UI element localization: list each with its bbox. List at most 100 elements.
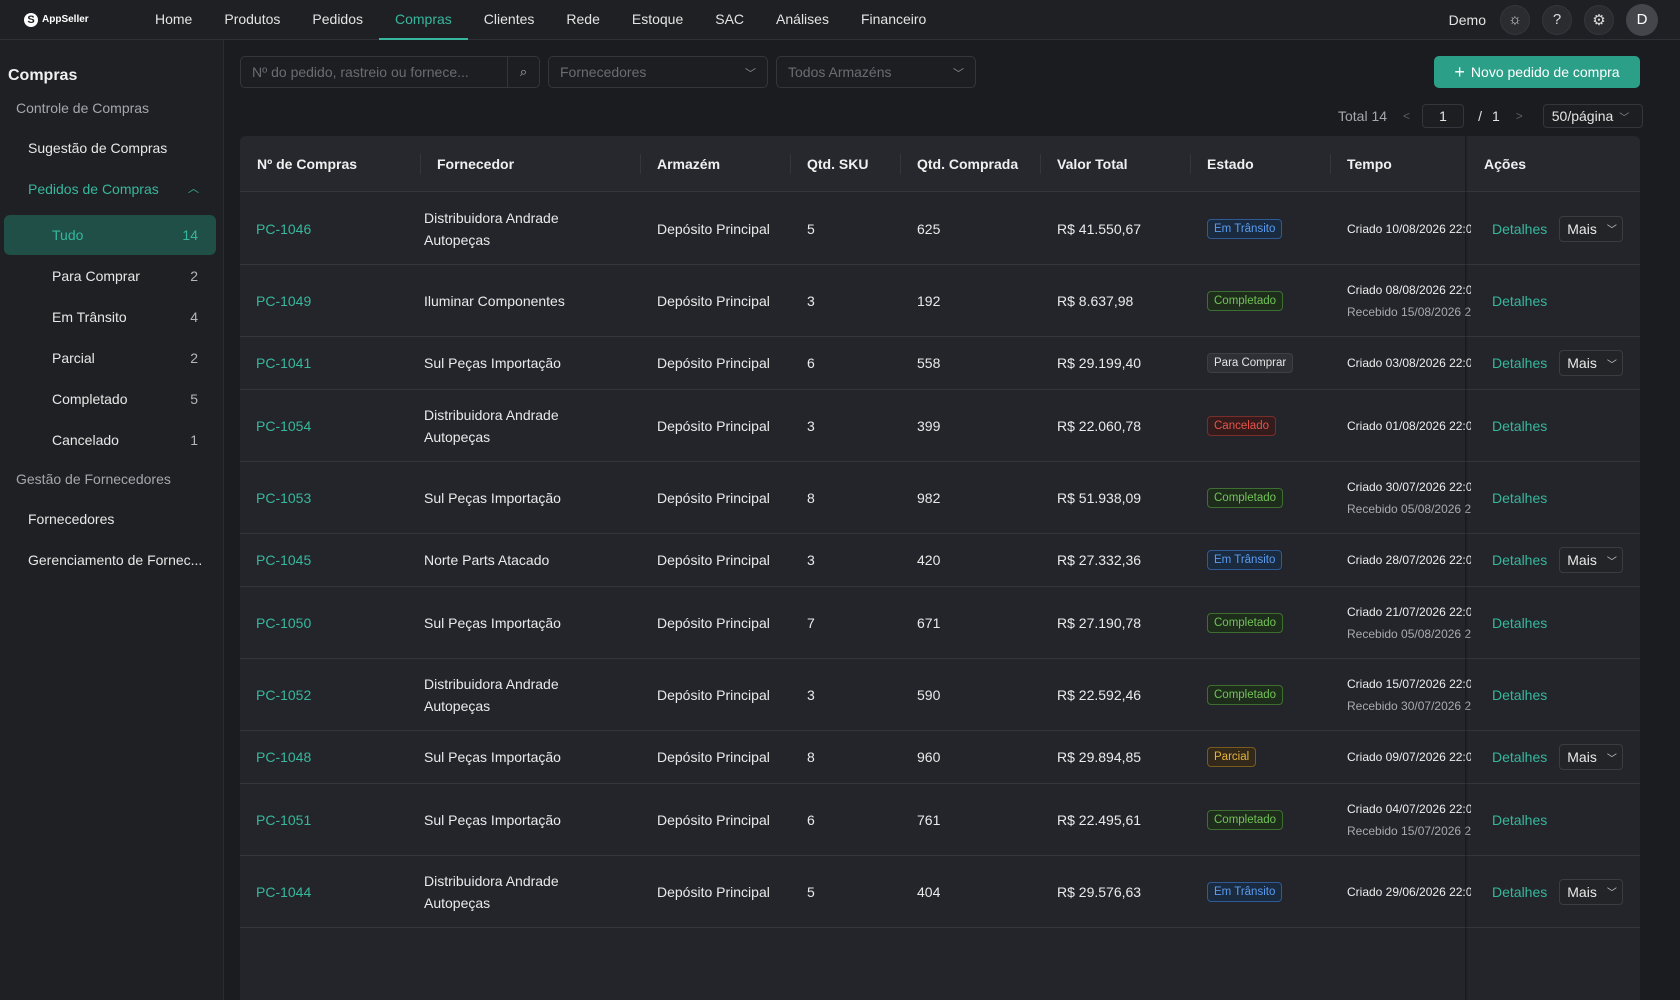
sidebar-filter-para-comprar[interactable]: Para Comprar 2 — [4, 256, 216, 296]
table-header: Nº de Compras Fornecedor Armazém Qtd. SK… — [240, 136, 1640, 192]
more-actions-button[interactable]: Mais ﹀ — [1559, 744, 1624, 770]
purchased-qty: 960 — [917, 749, 941, 765]
time-info: Criado 08/08/2026 22:0 Recebido 15/08/202… — [1347, 279, 1471, 323]
filter-label: Cancelado — [52, 432, 119, 448]
order-id-link[interactable]: PC-1054 — [256, 418, 311, 434]
details-link[interactable]: Detalhes — [1492, 552, 1547, 568]
more-actions-button[interactable]: Mais ﹀ — [1559, 878, 1624, 905]
page-size-select[interactable]: 50/página ﹀ — [1542, 104, 1643, 128]
nav-item-financeiro[interactable]: Financeiro — [845, 0, 942, 40]
nav-item-compras[interactable]: Compras — [379, 0, 468, 40]
app-logo[interactable]: S AppSeller — [24, 12, 139, 27]
details-link[interactable]: Detalhes — [1492, 490, 1547, 506]
column-header-time: Tempo — [1347, 156, 1392, 172]
chevron-right-icon[interactable]: > — [1516, 109, 1523, 123]
help-icon[interactable]: ? — [1542, 4, 1572, 35]
details-link[interactable]: Detalhes — [1492, 884, 1547, 900]
details-link[interactable]: Detalhes — [1492, 293, 1547, 309]
details-link[interactable]: Detalhes — [1492, 812, 1547, 828]
purchased-qty: 420 — [917, 552, 941, 568]
supplier-name: Sul Peças Importação — [424, 487, 561, 509]
sidebar-item-purchase-suggestion[interactable]: Sugestão de Compras — [28, 140, 167, 156]
supplier-select[interactable]: Fornecedores ﹀ — [548, 56, 768, 88]
total-value: R$ 27.332,36 — [1057, 552, 1142, 568]
nav-item-produtos[interactable]: Produtos — [208, 0, 296, 40]
nav-item-clientes[interactable]: Clientes — [468, 0, 551, 40]
created-time: Criado 08/08/2026 22:0 — [1347, 282, 1471, 297]
sidebar-filter-em-tr-nsito[interactable]: Em Trânsito 4 — [4, 297, 216, 337]
nav-item-an-lises[interactable]: Análises — [760, 0, 845, 40]
order-id-link[interactable]: PC-1041 — [256, 355, 311, 371]
page-size-value: 50/página — [1551, 108, 1614, 124]
details-link[interactable]: Detalhes — [1492, 615, 1547, 631]
total-value: R$ 27.190,78 — [1057, 614, 1142, 631]
details-link[interactable]: Detalhes — [1492, 221, 1547, 237]
supplier-name: Sul Peças Importação — [424, 612, 561, 634]
sku-count: 6 — [807, 355, 815, 371]
table-row: PC-1045 Norte Parts Atacado Depósito Princ… — [240, 534, 1640, 587]
nav-item-home[interactable]: Home — [139, 0, 208, 40]
filter-count: 4 — [190, 309, 198, 325]
nav-item-estoque[interactable]: Estoque — [616, 0, 699, 40]
chevron-down-icon: ﹀ — [1606, 225, 1617, 236]
created-time: Criado 15/07/2026 22:0 — [1347, 676, 1471, 691]
total-value: R$ 8.637,98 — [1057, 292, 1134, 309]
supplier-name-line1: Distribuidora Andrade — [424, 872, 559, 889]
order-id-link[interactable]: PC-1048 — [256, 749, 311, 765]
nav-item-rede[interactable]: Rede — [550, 0, 615, 40]
sidebar-filter-completado[interactable]: Completado 5 — [4, 379, 216, 419]
column-header-supplier: Fornecedor — [437, 156, 515, 172]
order-id-link[interactable]: PC-1049 — [256, 293, 311, 309]
nav-item-pedidos[interactable]: Pedidos — [296, 0, 379, 40]
created-time: Criado 01/08/2026 22:0 — [1347, 418, 1471, 433]
order-id-link[interactable]: PC-1050 — [256, 615, 311, 631]
chevron-left-icon[interactable]: < — [1403, 109, 1410, 123]
sidebar-item-supplier-management[interactable]: Gerenciamento de Fornec... — [28, 552, 202, 568]
theme-toggle-icon[interactable]: ☼ — [1500, 4, 1530, 35]
avatar[interactable]: D — [1626, 3, 1658, 36]
order-id-link[interactable]: PC-1046 — [256, 221, 311, 237]
page-input[interactable]: 1 — [1422, 104, 1465, 128]
column-header-qty: Qtd. Comprada — [917, 156, 1019, 172]
sidebar-item-suppliers[interactable]: Fornecedores — [28, 511, 114, 527]
more-actions-button[interactable]: Mais ﹀ — [1559, 215, 1624, 242]
sidebar-filter-cancelado[interactable]: Cancelado 1 — [4, 420, 216, 460]
gear-icon[interactable]: ⚙ — [1584, 4, 1614, 35]
more-actions-button[interactable]: Mais ﹀ — [1559, 547, 1624, 573]
order-id-link[interactable]: PC-1052 — [256, 687, 311, 703]
warehouse-name: Depósito Principal — [657, 811, 770, 828]
order-id-link[interactable]: PC-1045 — [256, 552, 311, 568]
details-link[interactable]: Detalhes — [1492, 687, 1547, 703]
nav-item-sac[interactable]: SAC — [699, 0, 760, 40]
status-badge: Completado — [1207, 612, 1284, 633]
supplier-name: Sul Peças Importação — [424, 746, 561, 768]
user-name[interactable]: Demo — [1449, 12, 1486, 28]
chevron-down-icon: ﹀ — [1606, 753, 1617, 765]
more-actions-button[interactable]: Mais ﹀ — [1559, 350, 1624, 376]
sidebar-filter-parcial[interactable]: Parcial 2 — [4, 338, 216, 378]
search-input[interactable] — [241, 57, 508, 87]
created-time: Criado 30/07/2026 22:0 — [1347, 479, 1471, 494]
order-id-link[interactable]: PC-1051 — [256, 812, 311, 828]
sidebar-item-purchase-orders[interactable]: Pedidos de Compras ︿ — [28, 181, 199, 197]
order-id-link[interactable]: PC-1044 — [256, 884, 311, 900]
warehouse-select[interactable]: Todos Armazéns ﹀ — [776, 56, 976, 88]
created-time: Criado 04/07/2026 22:0 — [1347, 801, 1471, 816]
supplier-name-line1: Sul Peças Importação — [424, 489, 561, 506]
supplier-name: Sul Peças Importação — [424, 809, 561, 831]
filter-label: Para Comprar — [52, 268, 140, 284]
status-badge: Para Comprar — [1207, 353, 1294, 373]
sidebar-filter-tudo[interactable]: Tudo 14 — [4, 215, 216, 255]
details-link[interactable]: Detalhes — [1492, 418, 1547, 434]
new-purchase-order-button[interactable]: + Novo pedido de compra — [1434, 56, 1640, 88]
order-id-link[interactable]: PC-1053 — [256, 490, 311, 506]
details-link[interactable]: Detalhes — [1492, 355, 1547, 371]
purchased-qty: 399 — [917, 417, 941, 434]
column-header-id: Nº de Compras — [257, 156, 358, 172]
created-time: Criado 21/07/2026 22:0 — [1347, 604, 1471, 619]
supplier-name-line2: Autopeças — [424, 428, 491, 445]
details-link[interactable]: Detalhes — [1492, 749, 1547, 765]
table-row: PC-1053 Sul Peças Importação Depósito Prin… — [240, 462, 1640, 534]
supplier-name-line1: Sul Peças Importação — [424, 749, 561, 765]
search-icon[interactable]: ⌕ — [508, 57, 539, 87]
